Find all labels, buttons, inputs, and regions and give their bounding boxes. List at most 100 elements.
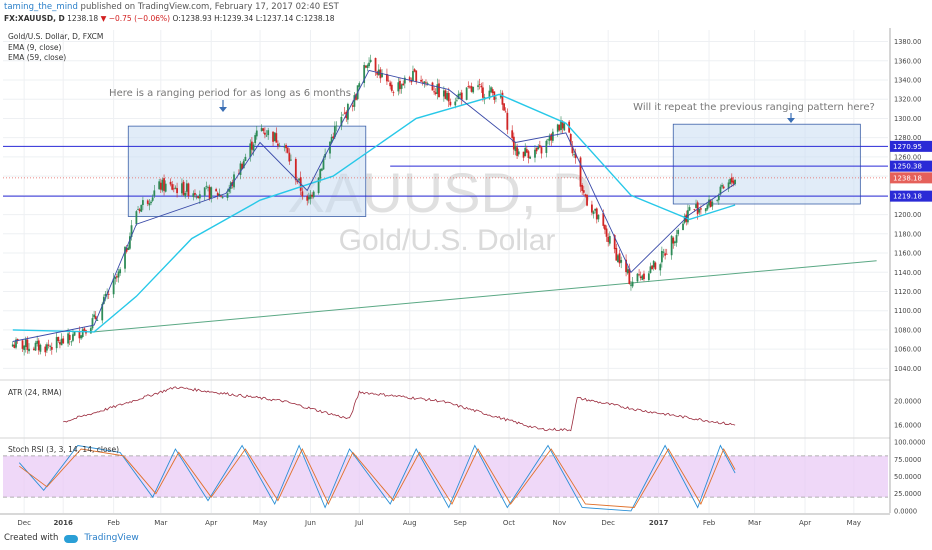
candle-body [138,209,141,212]
candle-body [251,141,253,150]
candle-body [433,91,436,93]
price-badge-label: 1219.18 [893,193,922,201]
candle-body [522,151,525,158]
candle-body [415,70,418,82]
candle-body [472,86,475,93]
candle-body [732,180,735,184]
candle-body [260,127,263,132]
candle-body [203,187,206,196]
candle-body [478,83,481,85]
candle-body [641,275,644,280]
candle-body [387,80,390,82]
candle-body [511,130,514,138]
candle-body [716,199,719,201]
watermark-name: Gold/U.S. Dollar [339,224,556,257]
candle-body [675,235,678,243]
candle-body [660,250,663,263]
candle-body [688,207,691,211]
candle-body [672,237,675,244]
candle-body [285,144,287,149]
candle-body [215,189,218,192]
candle-body [358,83,361,87]
candle-body [682,223,684,230]
candle-body [631,281,634,287]
time-tick-label: Nov [553,519,567,527]
legend-instrument: Gold/U.S. Dollar, D, FXCM [8,32,103,41]
candle-body [704,208,707,212]
candle-body [534,149,536,158]
time-tick-label: 2016 [53,519,73,527]
price-tick-label: 1200.00 [894,211,921,219]
footer: Created with TradingView [4,533,139,543]
right-box-annotation: Will it repeat the previous ranging patt… [633,102,875,113]
candle-body [37,340,40,351]
candle-body [477,85,479,87]
candle-body [366,65,369,68]
candle-body [594,208,597,211]
candle-body [137,209,139,211]
candle-body [470,86,473,92]
candle-body [320,168,323,171]
candle-body [59,342,61,345]
candle-body [426,83,429,84]
candle-body [677,229,680,235]
candle-body [620,259,623,263]
candle-body [662,251,665,253]
price-tick-label: 1260.00 [894,153,921,161]
candle-body [413,69,416,72]
candle-body [307,197,310,200]
candle-body [525,149,528,153]
candle-body [298,178,300,181]
candle-body [545,140,548,153]
created-with-label: Created with [4,533,59,543]
candle-body [286,147,289,153]
candle-body [207,187,209,189]
range-box [672,123,861,205]
candle-body [670,235,673,256]
atr-pane-label: ATR (24, RMA) [8,388,62,397]
candle-body [547,139,549,141]
candle-body [163,178,165,191]
candle-body [39,344,42,352]
chart-canvas[interactable]: XAUUSD, D Gold/U.S. Dollar Here is a ran… [0,0,932,550]
atr-tick-label: 20.0000 [894,398,921,406]
candle-body [294,158,297,181]
candle-body [278,145,281,147]
candle-body [721,184,723,187]
price-tick-label: 1380.00 [894,38,921,46]
stoch-tick-label: 75.0000 [894,456,921,464]
candle-body [535,147,538,152]
candle-body [254,135,257,144]
candle-body [423,81,426,84]
candle-body [185,183,188,192]
left-box-annotation: Here is a ranging period for as long as … [109,88,351,99]
candle-body [538,145,541,148]
candle-body [595,208,598,220]
candle-body [91,318,94,329]
candle-body [264,132,266,135]
candle-body [273,132,276,142]
time-tick-label: Oct [503,519,515,527]
candle-body [369,59,372,63]
tradingview-link[interactable]: TradingView [84,533,138,543]
candle-body [442,90,445,97]
time-tick-label: Feb [703,519,716,527]
candle-body [392,92,395,94]
time-tick-label: Apr [799,519,811,527]
candle-body [436,84,439,95]
price-tick-label: 1320.00 [894,96,921,104]
candle-body [192,193,195,198]
candle-body [67,333,69,344]
candle-body [459,93,462,96]
candle-body [33,348,35,350]
candle-body [529,156,531,159]
candle-body [573,154,575,156]
time-tick-label: Feb [107,519,120,527]
price-tick-label: 1080.00 [894,326,921,334]
candle-body [591,204,593,213]
candle-body [194,193,196,195]
stoch-pane-label: Stoch RSI (3, 3, 14, 14, close) [8,445,119,454]
candle-body [665,253,668,255]
candle-body [503,103,505,111]
candle-body [68,334,71,340]
